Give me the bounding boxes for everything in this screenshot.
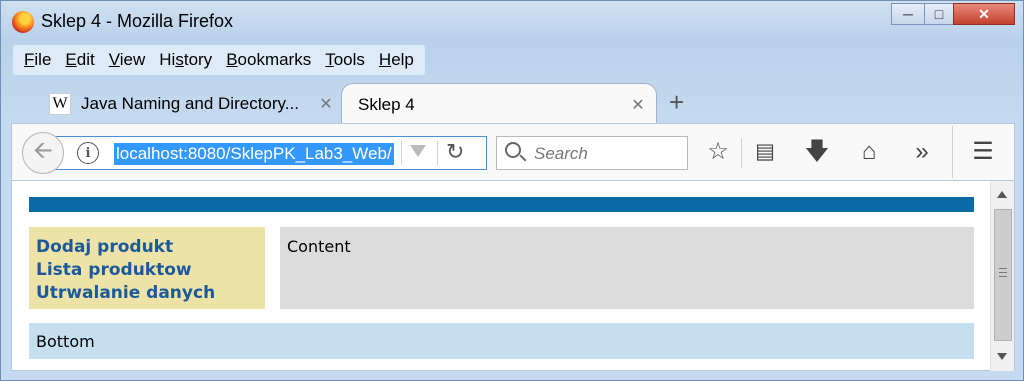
menu-view[interactable]: View [102, 45, 153, 75]
home-icon[interactable]: ⌂ [854, 138, 884, 166]
header-bar [29, 197, 974, 212]
tab-label: Sklep 4 [358, 94, 415, 114]
url-bar[interactable]: i localhost:8080/SklepPK_Lab3_Web/ ↻ [52, 136, 487, 170]
minimize-button[interactable]: ─ [891, 3, 925, 25]
reload-icon[interactable]: ↻ [446, 139, 464, 165]
new-tab-plus-icon[interactable]: + [669, 87, 684, 118]
url-text[interactable]: localhost:8080/SklepPK_Lab3_Web/ [114, 143, 394, 165]
firefox-logo-icon [12, 11, 34, 33]
hamburger-menu-icon[interactable]: ☰ [968, 138, 998, 166]
tab-label: Java Naming and Directory... [81, 94, 299, 113]
divider [401, 141, 402, 165]
menu-help[interactable]: Help [372, 45, 421, 75]
link-lista-produktow[interactable]: Lista produktow [36, 259, 258, 282]
download-arrow-icon[interactable]: 🡇 [802, 138, 832, 166]
browser-window: Sklep 4 - Mozilla Firefox ─ □ ✕ File Edi… [0, 0, 1024, 381]
grip-line [999, 268, 1007, 269]
title-bar: Sklep 4 - Mozilla Firefox ─ □ ✕ [1, 1, 1023, 43]
overflow-chevron-icon[interactable]: » [907, 138, 937, 166]
back-arrow-icon[interactable]: 🡨 [22, 132, 64, 174]
divider [741, 138, 742, 168]
menu-bar: File Edit View History Bookmarks Tools H… [13, 45, 425, 75]
window-controls: ─ □ ✕ [891, 3, 1015, 25]
menu-history[interactable]: History [152, 45, 219, 75]
grip-line [999, 272, 1007, 273]
grip-line [999, 276, 1007, 277]
menu-tools[interactable]: Tools [318, 45, 372, 75]
bottom-box: Bottom [29, 323, 974, 359]
page-content: Dodaj produkt Lista produktow Utrwalanie… [11, 181, 1015, 371]
vertical-scrollbar[interactable] [990, 181, 1014, 371]
history-dropdown-icon[interactable] [410, 145, 426, 157]
search-placeholder: Search [534, 144, 588, 163]
content-box: Content [280, 227, 974, 309]
menu-file[interactable]: File [17, 45, 58, 75]
wikipedia-favicon-icon: W [49, 93, 71, 115]
bookmark-star-icon[interactable]: ☆ [703, 138, 733, 166]
search-input[interactable]: Search [496, 136, 688, 170]
link-utrwalanie-danych[interactable]: Utrwalanie danych [36, 282, 258, 305]
side-menu: Dodaj produkt Lista produktow Utrwalanie… [29, 227, 265, 309]
scroll-up-arrow-icon[interactable] [997, 191, 1007, 198]
reading-list-icon[interactable]: ▤ [750, 138, 780, 166]
tab-close-icon[interactable]: ✕ [628, 95, 648, 115]
tab-strip: W Java Naming and Directory... ✕ Sklep 4… [1, 81, 1023, 125]
link-dodaj-produkt[interactable]: Dodaj produkt [36, 236, 258, 259]
search-icon [505, 142, 521, 158]
navigation-toolbar: 🡨 i localhost:8080/SklepPK_Lab3_Web/ ↻ S… [11, 123, 1015, 181]
menu-bookmarks[interactable]: Bookmarks [219, 45, 318, 75]
scrollbar-thumb[interactable] [994, 209, 1012, 341]
info-icon[interactable]: i [77, 142, 99, 164]
tab-close-icon[interactable]: ✕ [316, 94, 336, 114]
tab-sklep-4[interactable]: Sklep 4 ✕ [341, 83, 657, 125]
close-window-button[interactable]: ✕ [953, 3, 1015, 25]
window-title: Sklep 4 - Mozilla Firefox [41, 11, 234, 31]
scroll-down-arrow-icon[interactable] [997, 353, 1007, 360]
divider [437, 141, 438, 165]
maximize-button[interactable]: □ [924, 3, 954, 25]
menu-edit[interactable]: Edit [58, 45, 101, 75]
tab-java-naming[interactable]: W Java Naming and Directory... ✕ [39, 83, 344, 125]
divider [952, 126, 953, 178]
